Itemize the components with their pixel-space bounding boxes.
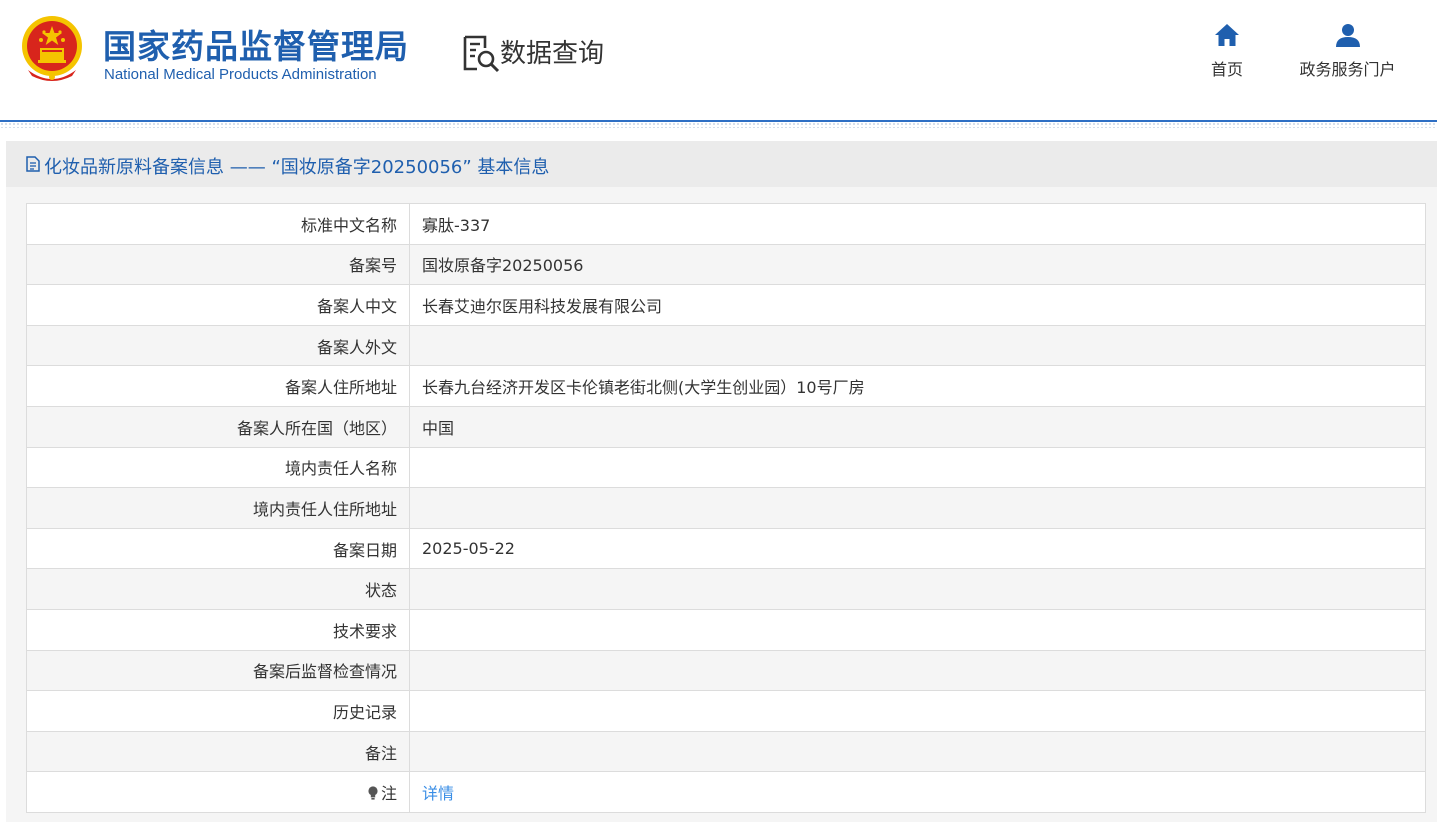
row-label: 备案人中文 [26, 284, 410, 326]
row-label: 备案人住所地址 [26, 365, 410, 407]
row-value: 2025-05-22 [409, 527, 1426, 570]
row-label: 备案号 [26, 243, 410, 286]
row-value [409, 487, 1426, 529]
note-label: 注 [380, 784, 397, 804]
row-value [409, 324, 1426, 367]
table-row: 技术要求 [26, 608, 1426, 651]
row-label: 境内责任人住所地址 [26, 487, 410, 529]
row-value: 中国 [409, 405, 1426, 448]
national-emblem-icon [22, 16, 82, 81]
table-row: 备案人住所地址 长春九台经济开发区卡伦镇老街北侧(大学生创业园）10号厂房 [26, 365, 1426, 407]
row-value: 长春艾迪尔医用科技发展有限公司 [409, 284, 1426, 326]
row-label: 境内责任人名称 [26, 446, 410, 489]
table-row: 备案后监督检查情况 [26, 649, 1426, 692]
table-row: 历史记录 [26, 690, 1426, 732]
row-value: 寡肽-337 [409, 203, 1426, 245]
row-value [409, 446, 1426, 489]
row-value [409, 730, 1426, 773]
row-label: 备案人外文 [26, 324, 410, 367]
table-row: 境内责任人住所地址 [26, 487, 1426, 529]
section-title: 数据查询 [500, 39, 605, 69]
table-row: 备案人中文 长春艾迪尔医用科技发展有限公司 [26, 284, 1426, 326]
row-label: 标准中文名称 [26, 203, 410, 245]
note-label-cell: 注 [26, 771, 410, 813]
table-row: 备案人所在国（地区） 中国 [26, 405, 1426, 448]
row-value [409, 568, 1426, 610]
brand-name-cn: 国家药品监督管理局 [103, 27, 409, 66]
table-row: 状态 [26, 568, 1426, 610]
user-icon [1335, 24, 1360, 47]
site-header: 国家药品监督管理局 National Medical Products Admi… [0, 0, 1437, 120]
note-value-cell: 详情 [409, 771, 1426, 813]
row-value [409, 608, 1426, 651]
table-row: 备案号 国妆原备字20250056 [26, 243, 1426, 286]
row-label: 备案人所在国（地区） [26, 405, 410, 448]
home-icon [1215, 24, 1239, 46]
row-label: 备案日期 [26, 527, 410, 570]
detail-title: 化妆品新原料备案信息 —— “国妆原备字20250056” 基本信息 [44, 157, 550, 178]
row-label: 历史记录 [26, 690, 410, 732]
row-label: 备注 [26, 730, 410, 773]
brand-name-en: National Medical Products Administration [104, 66, 377, 83]
table-row: 备案人外文 [26, 324, 1426, 367]
detail-title-bar: 化妆品新原料备案信息 —— “国妆原备字20250056” 基本信息 [6, 141, 1437, 187]
lightbulb-icon [368, 786, 378, 800]
nav-portal-label: 政务服务门户 [1299, 60, 1396, 79]
row-label: 状态 [26, 568, 410, 610]
nav-home-label: 首页 [1210, 60, 1243, 79]
row-value [409, 649, 1426, 692]
document-icon [26, 156, 40, 172]
table-row-note: 注 详情 [26, 771, 1426, 813]
row-label: 备案后监督检查情况 [26, 649, 410, 692]
table-row: 标准中文名称 寡肽-337 [26, 203, 1426, 245]
details-link[interactable]: 详情 [422, 784, 454, 803]
table-row: 境内责任人名称 [26, 446, 1426, 489]
nav-portal-link[interactable]: 政务服务门户 [1295, 22, 1400, 80]
data-query-icon [463, 35, 500, 73]
detail-table: 标准中文名称 寡肽-337 备案号 国妆原备字20250056 备案人中文 长春… [26, 203, 1426, 813]
table-row: 备案日期 2025-05-22 [26, 527, 1426, 570]
nav-home-link[interactable]: 首页 [1207, 22, 1247, 80]
row-value [409, 690, 1426, 732]
row-value: 国妆原备字20250056 [409, 243, 1426, 286]
header-divider-pattern [0, 122, 1437, 128]
table-row: 备注 [26, 730, 1426, 773]
row-value: 长春九台经济开发区卡伦镇老街北侧(大学生创业园）10号厂房 [409, 365, 1426, 407]
row-label: 技术要求 [26, 608, 410, 651]
